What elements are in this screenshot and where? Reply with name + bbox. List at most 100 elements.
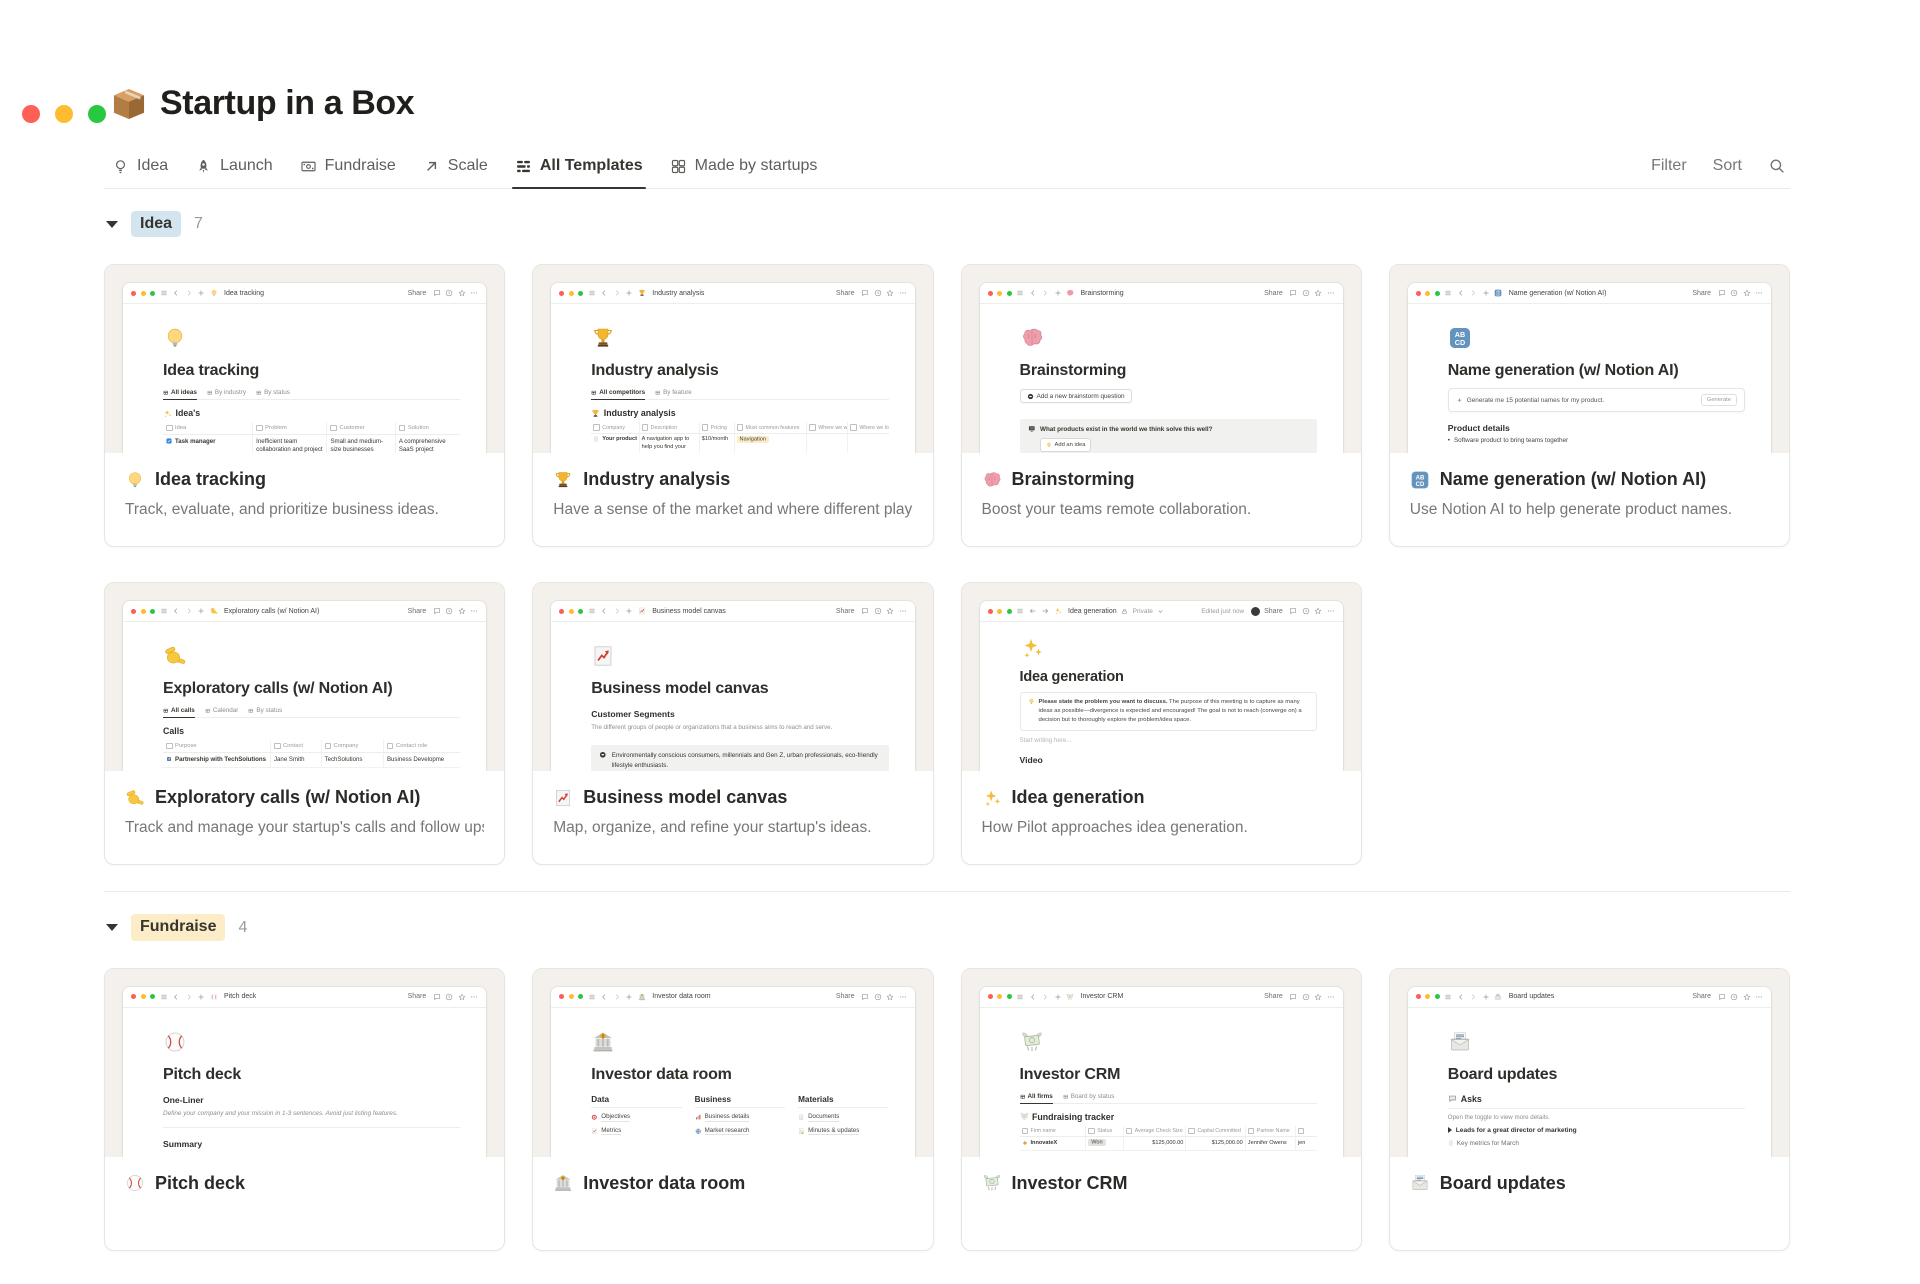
mini-table-header: Description [639, 422, 699, 434]
mini-page: ABCDName generation (w/ Notion AI)Genera… [1408, 304, 1771, 444]
mini-zoom-icon [578, 609, 583, 614]
section-fundraise: Fundraise4Pitch deckSharePitch deckOne-L… [104, 914, 1790, 1250]
tab-label: Made by startups [695, 157, 818, 175]
column-type-icon [166, 425, 173, 432]
mini-edited-label: Edited just now [1201, 608, 1244, 615]
mini-window-chrome: Idea generationPrivateEdited just nowSha… [980, 601, 1343, 622]
template-card-idea-tracking[interactable]: Idea trackingShareIdea trackingAll ideas… [104, 264, 505, 547]
template-card-name-generation-w-notion-ai[interactable]: ABCDName generation (w/ Notion AI)ShareA… [1389, 264, 1790, 547]
tab-made-by-startups[interactable]: Made by startups [670, 157, 818, 188]
template-card-investor-data-room[interactable]: $Investor data roomShare$Investor data r… [532, 968, 933, 1251]
search-button[interactable] [1768, 157, 1786, 175]
column-type-icon [1126, 1128, 1133, 1135]
mini-new-tab-icon [1482, 993, 1490, 1001]
section-badge[interactable]: Idea [131, 211, 181, 237]
mini-new-tab-icon [1054, 993, 1062, 1001]
table-view-icon [1063, 1094, 1069, 1100]
sort-button[interactable]: Sort [1713, 157, 1742, 175]
mini-table-cell: Your product [591, 434, 638, 454]
template-card-industry-analysis[interactable]: Industry analysisShareIndustry analysisA… [532, 264, 933, 547]
toolbar: Filter Sort [1651, 157, 1786, 188]
mini-view-tab: Calendar [205, 707, 239, 717]
mini-section-title-text: Industry analysis [604, 408, 676, 418]
mini-zoom-icon [578, 291, 583, 296]
page-emoji [1448, 1030, 1472, 1054]
mini-close-icon [131, 609, 136, 614]
tab-label: Scale [448, 157, 488, 175]
mini-table-cell: jen [1295, 1137, 1317, 1151]
mini-minimize-icon [569, 609, 574, 614]
mini-chevron-down-icon [1157, 608, 1164, 615]
mini-table-cell: $10/month [699, 434, 734, 454]
mini-table-cell: $125,000.00 [1123, 1137, 1186, 1151]
bulb-emoji [1028, 698, 1035, 705]
mini-window: Board updatesShareBoard updatesAsksOpen … [1408, 987, 1771, 1157]
bank-emoji: $ [553, 1173, 573, 1193]
column-type-icon [387, 743, 394, 750]
tab-idea[interactable]: Idea [112, 157, 168, 188]
tab-list: Idea Launch Fundraise Scale All Templates Mad… [112, 157, 817, 188]
squares-icon [670, 158, 687, 175]
mini-updates-icon [874, 993, 882, 1001]
card-title: Exploratory calls (w/ Notion AI) [155, 787, 420, 808]
section-badge[interactable]: Fundraise [131, 914, 225, 940]
tab-scale[interactable]: Scale [423, 157, 488, 188]
template-card-board-updates[interactable]: Board updatesShareBoard updatesAsksOpen … [1389, 968, 1790, 1251]
mini-page-heading: Pitch deck [163, 1066, 460, 1084]
tab-fundraise[interactable]: Fundraise [300, 157, 396, 188]
collapse-toggle-icon[interactable] [106, 924, 118, 931]
tab-launch[interactable]: Launch [195, 157, 273, 188]
template-card-exploratory-calls-w-notion-ai[interactable]: Exploratory calls (w/ Notion AI)ShareExp… [104, 582, 505, 865]
column-type-icon [274, 743, 281, 750]
zoom-button[interactable] [88, 105, 106, 123]
page-emoji: ABCD [1448, 326, 1472, 350]
template-card-brainstorming[interactable]: BrainstormingShareBrainstormingAdd a new… [961, 264, 1362, 547]
mini-table: IdeaProblemCustomerSolutionTask managerI… [163, 422, 460, 453]
mini-menu-icon [588, 289, 596, 297]
mini-menu-icon [160, 993, 168, 1001]
mini-table-header: Average Check Size [1123, 1126, 1186, 1138]
mini-window-chrome: ABCDName generation (w/ Notion AI)Share [1408, 283, 1771, 304]
mini-link-label: Business details [705, 1113, 750, 1122]
mini-window: Investor CRMShareInvestor CRMAll firmsBo… [980, 987, 1343, 1157]
card-description: Use Notion AI to help generate product n… [1410, 501, 1769, 519]
minimize-button[interactable] [55, 105, 73, 123]
template-card-investor-crm[interactable]: Investor CRMShareInvestor CRMAll firmsBo… [961, 968, 1362, 1251]
mini-callout-bold: What products exist in the world we thin… [1040, 426, 1213, 433]
mini-updates-icon [1302, 289, 1310, 297]
mini-bullet-item: •Software product to bring teams togethe… [1448, 437, 1745, 444]
mini-window-chrome: Business model canvasShare [551, 601, 914, 622]
mini-share-button: Share [408, 290, 427, 297]
mini-window: Business model canvasShareBusiness model… [551, 601, 914, 771]
mini-page-title: Brainstorming [1081, 290, 1124, 297]
mini-table-header: Where we lose [847, 422, 888, 434]
mini-page-heading: Investor CRM [1020, 1066, 1317, 1084]
mini-lock-icon [1121, 608, 1128, 615]
callme-emoji [125, 788, 145, 808]
card-title-row: Investor CRM [982, 1173, 1341, 1194]
template-card-idea-generation[interactable]: Idea generationPrivateEdited just nowSha… [961, 582, 1362, 865]
template-card-business-model-canvas[interactable]: Business model canvasShareBusiness model… [532, 582, 933, 865]
template-card-pitch-deck[interactable]: Pitch deckSharePitch deckOne-LinerDefine… [104, 968, 505, 1251]
mini-menu-icon [1016, 289, 1024, 297]
page-emoji [591, 644, 615, 668]
mini-subheading: Customer Segments [591, 709, 888, 719]
page-emoji: $ [591, 1030, 615, 1054]
mini-comments-icon [433, 607, 441, 615]
mini-toggle-label: Leads for a great director of marketing [1456, 1127, 1577, 1134]
mini-link-item: Metrics [591, 1127, 681, 1136]
mini-table-header: Problem [252, 422, 326, 435]
collapse-toggle-icon[interactable] [106, 221, 118, 228]
mini-new-tab-icon [625, 289, 633, 297]
column-type-icon [809, 424, 816, 431]
filter-button[interactable]: Filter [1651, 157, 1687, 175]
mini-favorite-icon [458, 607, 466, 615]
tab-all-templates[interactable]: All Templates [515, 157, 643, 188]
mini-view-tab-label: Board by status [1071, 1093, 1115, 1100]
table-view-icon [256, 390, 262, 396]
mini-favorite-icon [1314, 607, 1322, 615]
linkdoc-icon [166, 756, 172, 762]
mini-page-icon [210, 993, 218, 1001]
close-button[interactable] [22, 105, 40, 123]
mini-window-chrome: $Investor data roomShare [551, 987, 914, 1008]
